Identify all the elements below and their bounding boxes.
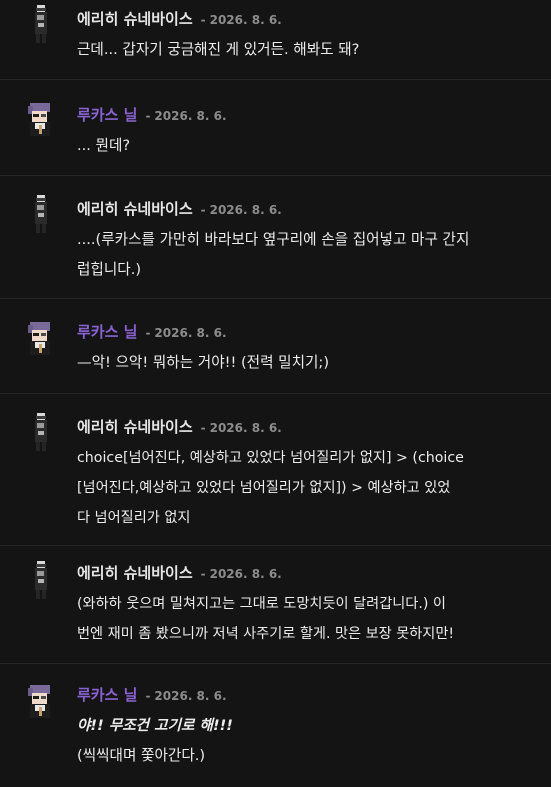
message-line: 번엔 재미 좀 봤으니까 저녁 사주기로 할게. 맛은 보장 못하지만! bbox=[77, 626, 455, 642]
chat-message: 에리히 슈네바이스 - 2026. 8. 6. choice[넘어진다, 예상하… bbox=[0, 394, 551, 546]
chat-message: 루카스 닐 - 2026. 8. 6. ... 뭔데? bbox=[0, 80, 551, 176]
message-line: [넘어진다,예상하고 있었다 넘어질리가 없지]) > 예상하고 있었 bbox=[77, 480, 451, 496]
message-line: choice[넘어진다, 예상하고 있었다 넘어질리가 없지] > (choic… bbox=[77, 450, 464, 466]
chat-message: 루카스 닐 - 2026. 8. 6. —악! 으악! 뭐하는 거야!! (전력… bbox=[0, 299, 551, 394]
timestamp: 2026. 8. 6. bbox=[209, 203, 282, 217]
lucas-avatar-icon[interactable] bbox=[20, 319, 60, 359]
timestamp: 2026. 8. 6. bbox=[154, 326, 227, 340]
erich-avatar-icon bbox=[35, 195, 47, 233]
message-line: 다 넘어질리가 없지 bbox=[77, 510, 191, 526]
chat-message: 에리히 슈네바이스 - 2026. 8. 6. ....(루카스를 가만히 바라… bbox=[0, 176, 551, 299]
lucas-avatar-icon bbox=[28, 685, 50, 718]
message-body: ....(루카스를 가만히 바라보다 옆구리에 손을 집어넣고 마구 간지 럽힙… bbox=[77, 225, 537, 285]
message-body: 야!! 무조건 고기로 해!!! (씩씩대며 쫓아간다.) bbox=[77, 711, 537, 771]
header-separator: - bbox=[200, 203, 206, 217]
timestamp: 2026. 8. 6. bbox=[209, 567, 282, 581]
message-body: —악! 으악! 뭐하는 거야!! (전력 밀치기;) bbox=[77, 348, 537, 378]
message-header: 루카스 닐 - 2026. 8. 6. bbox=[77, 104, 537, 125]
message-content: 루카스 닐 - 2026. 8. 6. 야!! 무조건 고기로 해!!! (씩씩… bbox=[77, 684, 537, 771]
header-separator: - bbox=[145, 326, 151, 340]
author-name[interactable]: 에리히 슈네바이스 bbox=[77, 562, 193, 583]
author-name[interactable]: 에리히 슈네바이스 bbox=[77, 198, 193, 219]
erich-avatar-icon bbox=[35, 561, 47, 599]
lucas-avatar-icon[interactable] bbox=[20, 682, 60, 722]
erich-avatar-icon[interactable] bbox=[20, 412, 60, 452]
header-separator: - bbox=[200, 13, 206, 27]
message-header: 에리히 슈네바이스 - 2026. 8. 6. bbox=[77, 8, 537, 29]
message-content: 루카스 닐 - 2026. 8. 6. —악! 으악! 뭐하는 거야!! (전력… bbox=[77, 321, 537, 378]
erich-avatar-icon[interactable] bbox=[20, 4, 60, 44]
lucas-avatar-icon bbox=[28, 322, 50, 355]
message-line: 근데... 갑자기 궁금해진 게 있거든. 해봐도 돼? bbox=[77, 41, 360, 58]
header-separator: - bbox=[200, 567, 206, 581]
message-header: 에리히 슈네바이스 - 2026. 8. 6. bbox=[77, 562, 537, 583]
message-body: choice[넘어진다, 예상하고 있었다 넘어질리가 없지] > (choic… bbox=[77, 443, 537, 533]
erich-avatar-icon[interactable] bbox=[20, 560, 60, 600]
message-line: ... 뭔데? bbox=[77, 137, 131, 154]
erich-avatar-icon[interactable] bbox=[20, 194, 60, 234]
header-separator: - bbox=[145, 689, 151, 703]
erich-avatar-icon bbox=[35, 5, 47, 43]
message-line: ....(루카스를 가만히 바라보다 옆구리에 손을 집어넣고 마구 간지 bbox=[77, 231, 470, 248]
chat-message: 에리히 슈네바이스 - 2026. 8. 6. 근데... 갑자기 궁금해진 게… bbox=[0, 0, 551, 80]
header-separator: - bbox=[145, 109, 151, 123]
timestamp: 2026. 8. 6. bbox=[209, 13, 282, 27]
message-content: 에리히 슈네바이스 - 2026. 8. 6. (와하하 웃으며 밀쳐지고는 그… bbox=[77, 562, 537, 649]
message-content: 에리히 슈네바이스 - 2026. 8. 6. 근데... 갑자기 궁금해진 게… bbox=[77, 8, 537, 65]
message-header: 루카스 닐 - 2026. 8. 6. bbox=[77, 321, 537, 342]
author-name[interactable]: 루카스 닐 bbox=[77, 321, 137, 342]
author-name[interactable]: 에리히 슈네바이스 bbox=[77, 416, 193, 437]
message-line: (씩씩대며 쫓아간다.) bbox=[77, 747, 206, 764]
message-body: ... 뭔데? bbox=[77, 131, 537, 161]
message-content: 에리히 슈네바이스 - 2026. 8. 6. ....(루카스를 가만히 바라… bbox=[77, 198, 537, 285]
timestamp: 2026. 8. 6. bbox=[154, 689, 227, 703]
chat-message: 에리히 슈네바이스 - 2026. 8. 6. (와하하 웃으며 밀쳐지고는 그… bbox=[0, 546, 551, 664]
lucas-avatar-icon bbox=[28, 103, 50, 136]
lucas-avatar-icon[interactable] bbox=[20, 100, 60, 140]
author-name[interactable]: 루카스 닐 bbox=[77, 684, 137, 705]
message-header: 루카스 닐 - 2026. 8. 6. bbox=[77, 684, 537, 705]
message-content: 루카스 닐 - 2026. 8. 6. ... 뭔데? bbox=[77, 104, 537, 161]
message-line: (와하하 웃으며 밀쳐지고는 그대로 도망치듯이 달려갑니다.) 이 bbox=[77, 596, 446, 612]
message-header: 에리히 슈네바이스 - 2026. 8. 6. bbox=[77, 198, 537, 219]
message-line-emphasis: 야!! 무조건 고기로 해!!! bbox=[77, 717, 233, 734]
timestamp: 2026. 8. 6. bbox=[209, 421, 282, 435]
timestamp: 2026. 8. 6. bbox=[154, 109, 227, 123]
message-body: (와하하 웃으며 밀쳐지고는 그대로 도망치듯이 달려갑니다.) 이 번엔 재미… bbox=[77, 589, 537, 649]
message-body: 근데... 갑자기 궁금해진 게 있거든. 해봐도 돼? bbox=[77, 35, 537, 65]
author-name[interactable]: 에리히 슈네바이스 bbox=[77, 8, 193, 29]
chat-log: 에리히 슈네바이스 - 2026. 8. 6. 근데... 갑자기 궁금해진 게… bbox=[0, 0, 551, 787]
chat-message: 루카스 닐 - 2026. 8. 6. 야!! 무조건 고기로 해!!! (씩씩… bbox=[0, 664, 551, 787]
header-separator: - bbox=[200, 421, 206, 435]
message-line: —악! 으악! 뭐하는 거야!! (전력 밀치기;) bbox=[77, 354, 330, 371]
message-line: 럽힙니다.) bbox=[77, 261, 142, 278]
author-name[interactable]: 루카스 닐 bbox=[77, 104, 137, 125]
message-content: 에리히 슈네바이스 - 2026. 8. 6. choice[넘어진다, 예상하… bbox=[77, 416, 537, 533]
message-header: 에리히 슈네바이스 - 2026. 8. 6. bbox=[77, 416, 537, 437]
erich-avatar-icon bbox=[35, 413, 47, 451]
